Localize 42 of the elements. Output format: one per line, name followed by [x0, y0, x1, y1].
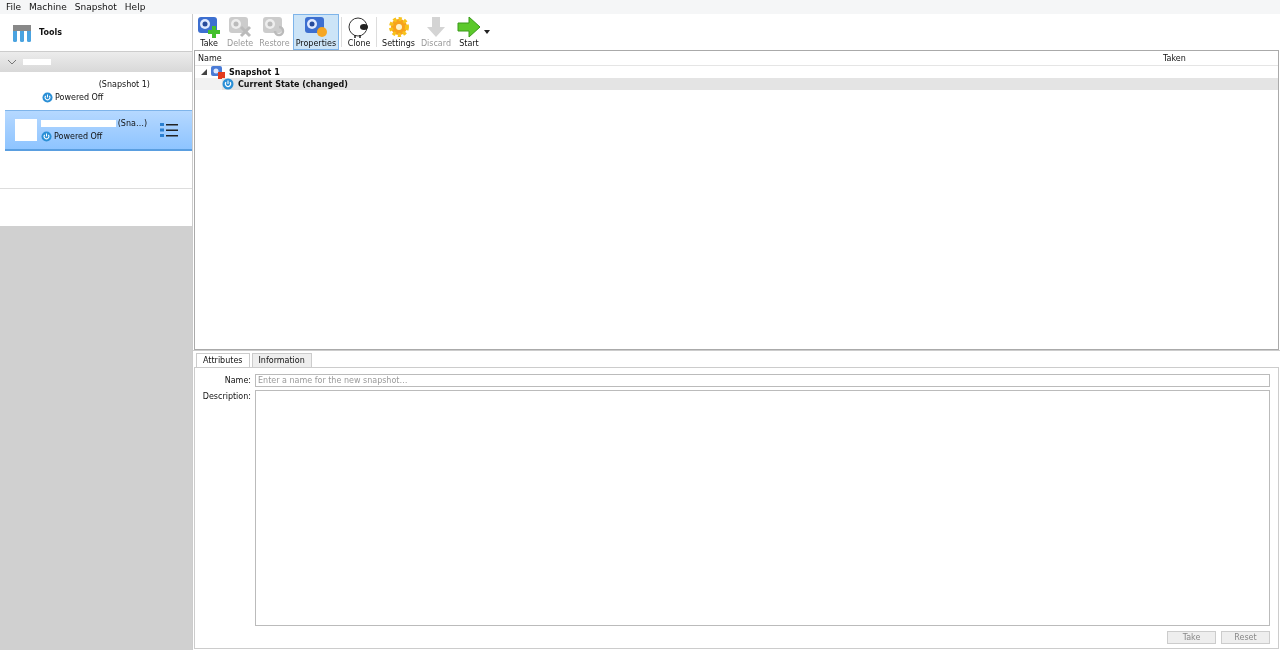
tree-item[interactable]: Current State (changed) [238, 79, 348, 89]
snapshot-name: (Snapshot 1) [98, 79, 150, 89]
toolbar-button[interactable]: Properties [292, 14, 340, 50]
power-icon [222, 78, 234, 90]
column-header[interactable]: Taken [1163, 53, 1278, 63]
toolbar-button[interactable]: Settings [379, 14, 418, 50]
gear-icon [386, 16, 411, 38]
power-icon [41, 130, 52, 142]
dropdown-caret-icon[interactable] [484, 30, 490, 34]
snapshot-name: (Sna…) [117, 118, 147, 128]
menu-item[interactable]: Snapshot [70, 2, 121, 12]
redaction-bar [23, 59, 51, 65]
tab[interactable]: Information [251, 353, 312, 367]
toolbar-button[interactable]: Start [454, 14, 484, 50]
menu-item[interactable]: Help [120, 2, 150, 12]
chevron-icon[interactable] [7, 59, 17, 65]
snapshot-icon [211, 65, 225, 79]
toolbar-button[interactable]: Clone [344, 14, 375, 50]
camera-icon [228, 16, 253, 38]
vm-item[interactable]: (Sna…) Powered Off [5, 110, 192, 151]
right-arrow-icon [457, 16, 481, 38]
tree-row-highlight[interactable]: Current State (changed) [222, 78, 1278, 90]
tab[interactable]: Attributes [196, 353, 250, 367]
field-label: Description: [201, 391, 251, 401]
description-field[interactable] [255, 390, 1270, 626]
camera-icon [262, 16, 287, 38]
toolbar-button[interactable]: Take [194, 14, 224, 50]
field-label: Name: [223, 375, 251, 385]
camera-icon [197, 16, 221, 38]
name-input-field[interactable]: Enter a name for the new snapshot… [255, 374, 1270, 387]
column-header[interactable]: Name [198, 53, 1163, 63]
vm-thumbnail [15, 119, 37, 141]
camera-icon [303, 16, 328, 38]
menu-item[interactable]: Machine [25, 2, 71, 12]
menu-item[interactable]: File [2, 2, 26, 12]
details-menu-icon[interactable] [160, 122, 178, 138]
tools-label[interactable]: Tools [39, 28, 62, 37]
vm-state: Powered Off [55, 92, 104, 102]
expand-arrow-icon[interactable] [201, 69, 207, 75]
vm-state: Powered Off [54, 131, 103, 141]
power-icon [42, 91, 53, 103]
tree-item[interactable]: Snapshot 1 [229, 67, 280, 77]
